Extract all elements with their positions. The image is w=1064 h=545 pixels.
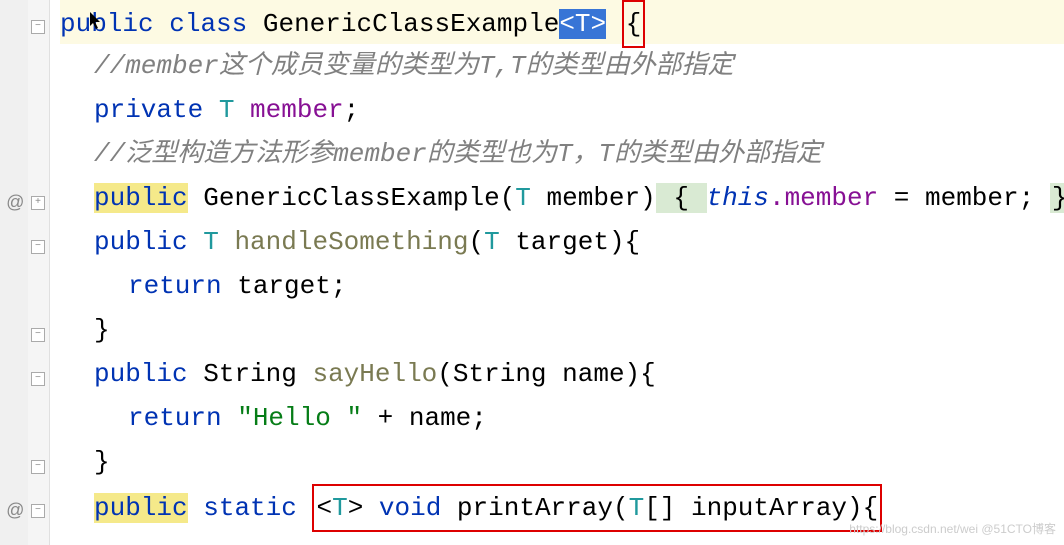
override-icon[interactable]: @ xyxy=(4,192,26,214)
code-line[interactable]: } xyxy=(60,308,1064,352)
keyword-static: static xyxy=(203,493,297,523)
field-name: member xyxy=(250,95,344,125)
method-name: handleSomething xyxy=(234,227,468,257)
string-literal: "Hello " xyxy=(222,403,362,433)
return-type: String xyxy=(203,359,297,389)
code-line[interactable]: public class GenericClassExample<T> { xyxy=(60,0,1064,44)
type-param: T xyxy=(203,227,219,257)
type-param: T xyxy=(484,227,500,257)
gutter-icons-column: @ @ xyxy=(0,0,28,545)
fold-toggle-icon[interactable]: − xyxy=(31,460,45,474)
constructor-name: GenericClassExample xyxy=(203,183,499,213)
comment: //泛型构造方法形参member的类型也为T，T的类型由外部指定 xyxy=(94,139,822,169)
code-line[interactable]: return target; xyxy=(60,264,1064,308)
fold-column: − + − − − − − xyxy=(28,0,50,545)
fold-toggle-icon[interactable]: − xyxy=(31,20,45,34)
keyword-public: public xyxy=(94,227,188,257)
keyword-return: return xyxy=(128,271,222,301)
cursor-arrow-icon xyxy=(90,12,102,30)
code-line[interactable]: public GenericClassExample(T member) { t… xyxy=(60,176,1064,220)
keyword-return: return xyxy=(128,403,222,433)
code-area[interactable]: public class GenericClassExample<T> { //… xyxy=(50,0,1064,545)
keyword-class: class xyxy=(169,9,247,39)
method-name: sayHello xyxy=(312,359,437,389)
highlight-box: <T> void printArray(T[] inputArray){ xyxy=(312,484,882,532)
type-param: T xyxy=(515,183,531,213)
code-line[interactable]: } xyxy=(60,440,1064,484)
keyword-public: public xyxy=(60,9,154,39)
keyword-public: public xyxy=(94,493,188,523)
type-param: T xyxy=(219,95,235,125)
code-line[interactable]: public String sayHello(String name){ xyxy=(60,352,1064,396)
type-param: T xyxy=(629,493,645,523)
watermark: https://blog.csdn.net/wei @51CTO博客 xyxy=(849,520,1056,537)
fold-toggle-icon[interactable]: − xyxy=(31,240,45,254)
keyword-this: this xyxy=(707,183,769,213)
keyword-void: void xyxy=(379,493,441,523)
override-icon[interactable]: @ xyxy=(4,500,26,522)
fold-toggle-icon[interactable]: − xyxy=(31,372,45,386)
code-line[interactable]: //member这个成员变量的类型为T,T的类型由外部指定 xyxy=(60,44,1064,88)
comment: //member这个成员变量的类型为T,T的类型由外部指定 xyxy=(94,51,734,81)
fold-toggle-icon[interactable]: + xyxy=(31,196,45,210)
code-line[interactable]: return "Hello " + name; xyxy=(60,396,1064,440)
fold-toggle-icon[interactable]: − xyxy=(31,328,45,342)
keyword-public: public xyxy=(94,359,188,389)
code-line[interactable]: public T handleSomething(T target){ xyxy=(60,220,1064,264)
type-param: T xyxy=(332,493,348,523)
class-name: GenericClassExample xyxy=(263,9,559,39)
code-line[interactable]: private T member; xyxy=(60,88,1064,132)
keyword-public: public xyxy=(94,183,188,213)
keyword-private: private xyxy=(94,95,203,125)
code-line[interactable]: //泛型构造方法形参member的类型也为T，T的类型由外部指定 xyxy=(60,132,1064,176)
highlight-box: { xyxy=(622,0,646,48)
fold-toggle-icon[interactable]: − xyxy=(31,504,45,518)
code-editor[interactable]: @ @ − + − − − − − public class GenericCl… xyxy=(0,0,1064,545)
selection-highlight: <T> xyxy=(559,9,606,39)
method-name: printArray xyxy=(441,493,613,523)
